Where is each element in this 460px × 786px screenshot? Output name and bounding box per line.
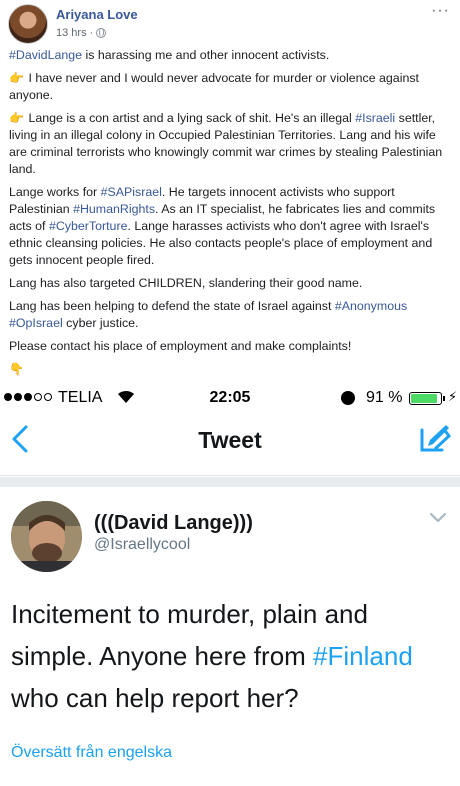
battery-percent: 91 %	[366, 389, 403, 406]
post-paragraph: Lang has been helping to defend the stat…	[9, 298, 453, 332]
tweet-display-name[interactable]: (((David Lange)))	[94, 512, 253, 535]
paragraph-text: Lang has also targeted CHILDREN, slander…	[9, 276, 363, 290]
chevron-down-icon[interactable]	[428, 511, 448, 525]
paragraph-text: Lange works for	[9, 185, 101, 199]
battery-icon	[409, 392, 442, 405]
post-paragraph: 👉 Lange is a con artist and a lying sack…	[9, 110, 453, 178]
pointing-hand-icon: 👉	[9, 71, 24, 85]
hashtag-link[interactable]: #CyberTorture	[49, 219, 128, 233]
paragraph-text: is harassing me and other innocent activ…	[82, 48, 330, 62]
paragraph-text: Lange is a con artist and a lying sack o…	[28, 111, 356, 125]
more-options-icon[interactable]: ···	[431, 2, 450, 20]
author-name[interactable]: Ariyana Love	[56, 7, 138, 22]
post-paragraph: #DavidLange is harassing me and other in…	[9, 47, 453, 64]
hashtag-link[interactable]: #HumanRights	[73, 202, 155, 216]
paragraph-text: Lang has been helping to defend the stat…	[9, 299, 335, 313]
paragraph-text: cyber justice.	[62, 316, 139, 330]
battery-cap	[443, 396, 445, 401]
hashtag-link[interactable]: #SAPisrael	[101, 185, 162, 199]
separator: ·	[89, 27, 94, 39]
post-paragraph: Lange works for #SAPisrael. He targets i…	[9, 184, 453, 269]
post-meta: 13 hrs ·	[56, 27, 107, 39]
nav-bar: Tweet	[0, 410, 460, 476]
hashtag-link[interactable]: #DavidLange	[9, 48, 82, 62]
separator-strip	[0, 477, 460, 487]
status-bar: TELIA 22:05 91 % ⚡	[0, 388, 460, 410]
tweet-text-part: who can help report her?	[11, 683, 299, 713]
pointing-down-icon: 👇	[9, 362, 24, 376]
tweet-text: Incitement to murder, plain and simple. …	[11, 593, 451, 719]
post-body: #DavidLange is harassing me and other in…	[9, 47, 453, 384]
facebook-post: Ariyana Love 13 hrs · ··· #DavidLange is…	[0, 0, 460, 386]
paragraph-text: I have never and I would never advocate …	[9, 71, 419, 102]
post-paragraph: 👇	[9, 361, 453, 378]
hashtag-link[interactable]: #Finland	[313, 641, 413, 671]
public-globe-icon	[96, 28, 107, 38]
author-avatar[interactable]	[8, 4, 48, 44]
pointing-hand-icon: 👉	[9, 111, 24, 125]
hashtag-link[interactable]: #Israeli	[355, 111, 395, 125]
tweet-screenshot: TELIA 22:05 91 % ⚡ Tweet (((David Lange)…	[0, 388, 460, 786]
post-paragraph: Please contact his place of employment a…	[9, 338, 453, 355]
post-paragraph: Lang has also targeted CHILDREN, slander…	[9, 275, 453, 292]
translate-link[interactable]: Översätt från engelska	[11, 744, 172, 762]
nav-title: Tweet	[198, 427, 262, 453]
post-time[interactable]: 13 hrs	[56, 27, 87, 39]
compose-tweet-icon[interactable]	[416, 420, 452, 456]
post-paragraph: 👉 I have never and I would never advocat…	[9, 70, 453, 104]
paragraph-text: Please contact his place of employment a…	[9, 339, 352, 353]
tweet-author-avatar[interactable]	[11, 501, 82, 572]
tweet-handle[interactable]: @Israellycool	[94, 536, 190, 554]
alarm-icon	[341, 391, 355, 405]
charging-bolt-icon: ⚡	[448, 389, 458, 404]
hashtag-link[interactable]: #OpIsrael	[9, 316, 63, 330]
hashtag-link[interactable]: #Anonymous	[335, 299, 407, 313]
battery-level	[411, 394, 438, 403]
